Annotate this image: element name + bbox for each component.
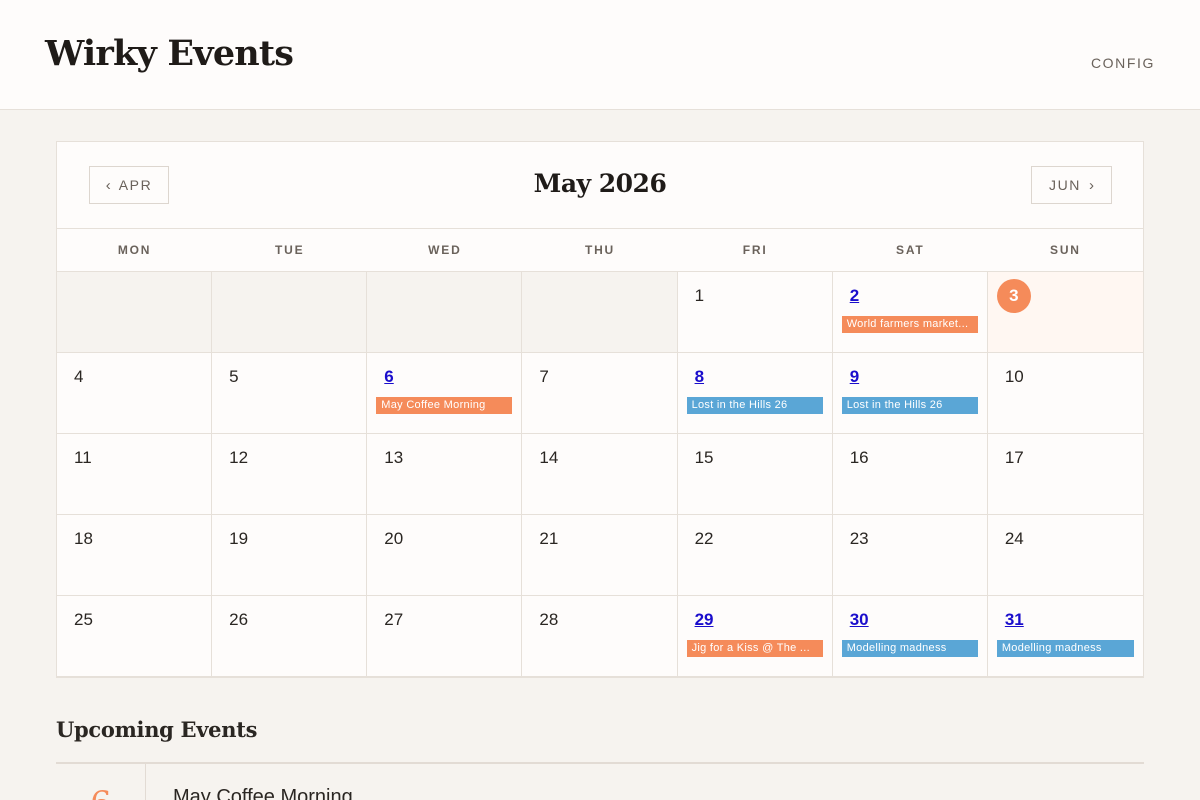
day-cell-10: 10 [987, 353, 1143, 434]
month-title: May 2026 [533, 169, 667, 198]
day-cell-9: 9 Lost in the Hills 26 [832, 353, 988, 434]
event-chip[interactable]: Lost in the Hills 26 [841, 397, 978, 414]
day-cell-7: 7 [522, 353, 678, 434]
day-number: 11 [74, 448, 92, 467]
day-cell-31: 31 Modelling madness [987, 596, 1143, 677]
day-cell-18: 18 [57, 515, 213, 596]
weekday-header-row: MON TUE WED THU FRI SAT SUN [57, 229, 1143, 272]
empty-day-cell [367, 272, 523, 353]
calendar-toolbar: ‹ APR May 2026 JUN › [57, 142, 1143, 229]
weekday-fri: FRI [742, 243, 768, 257]
day-number[interactable]: 6 [384, 367, 393, 387]
empty-day-cell [57, 272, 213, 353]
day-cell-25: 25 [57, 596, 213, 677]
day-number[interactable]: 31 [1005, 610, 1024, 630]
day-number: 26 [229, 610, 249, 629]
empty-day-cell [212, 272, 368, 353]
day-number: 1 [694, 286, 705, 305]
day-number: 5 [229, 367, 239, 386]
day-number: 18 [74, 529, 93, 548]
day-number[interactable]: 8 [695, 367, 704, 387]
day-number: 27 [384, 610, 404, 629]
day-cell-1: 1 [677, 272, 833, 353]
upcoming-event-date: 6 [56, 764, 146, 800]
day-cell-2: 2 World farmers market... [832, 272, 988, 353]
day-number: 28 [539, 610, 559, 629]
weekday-sun: SUN [1050, 243, 1081, 257]
day-cell-21: 21 [522, 515, 678, 596]
day-number: 25 [74, 610, 93, 629]
empty-day-cell [522, 272, 678, 353]
day-number: 10 [1004, 367, 1024, 386]
day-number: 13 [384, 448, 404, 467]
next-month-label: JUN [1048, 177, 1082, 193]
event-chip[interactable]: Modelling madness [841, 640, 978, 657]
day-cell-28: 28 [522, 596, 678, 677]
weekday-tue: TUE [275, 243, 305, 257]
day-cell-17: 17 [987, 434, 1143, 515]
upcoming-event-day: 6 [90, 784, 112, 800]
day-number: 20 [384, 529, 404, 548]
event-chip[interactable]: Modelling madness [996, 640, 1134, 657]
chevron-right-icon: › [1089, 176, 1095, 194]
day-cell-16: 16 [832, 434, 988, 515]
day-number[interactable]: 30 [850, 610, 869, 630]
event-chip[interactable]: World farmers market... [841, 316, 978, 333]
day-cell-27: 27 [367, 596, 523, 677]
upcoming-events-heading: Upcoming Events [56, 717, 258, 742]
day-cell-3: 3 [987, 272, 1143, 353]
day-cell-6: 6 May Coffee Morning [367, 353, 523, 434]
weekday-thu: THU [584, 243, 616, 257]
site-title[interactable]: Wirky Events [45, 33, 294, 74]
day-cell-4: 4 [57, 353, 213, 434]
calendar-grid: 1 2 World farmers market... 3 4 5 6 May Coffee … [57, 272, 1143, 677]
day-number[interactable]: 9 [850, 367, 859, 387]
day-number: 23 [849, 529, 869, 548]
day-number: 22 [694, 529, 714, 548]
today-badge[interactable]: 3 [996, 279, 1031, 313]
next-month-button[interactable]: JUN › [1031, 166, 1112, 204]
weekday-wed: WED [428, 243, 462, 257]
day-number[interactable]: 29 [695, 610, 714, 630]
day-cell-20: 20 [367, 515, 523, 596]
site-header: Wirky Events CONFIG [0, 0, 1200, 110]
day-number: 21 [539, 529, 559, 548]
day-number: 17 [1004, 448, 1024, 467]
day-cell-22: 22 [677, 515, 833, 596]
event-chip[interactable]: Jig for a Kiss @ The ... [686, 640, 823, 657]
event-chip[interactable]: Lost in the Hills 26 [686, 397, 823, 414]
day-cell-11: 11 [57, 434, 213, 515]
day-number: 14 [539, 448, 559, 467]
day-number: 15 [694, 448, 714, 467]
day-cell-12: 12 [212, 434, 368, 515]
day-cell-24: 24 [987, 515, 1143, 596]
day-number: 12 [229, 448, 249, 467]
upcoming-events-list: 6 May Coffee Morning [56, 762, 1144, 800]
day-number: 4 [74, 367, 84, 386]
day-number: 7 [539, 367, 549, 386]
day-cell-19: 19 [212, 515, 368, 596]
weekday-sat: SAT [896, 243, 925, 257]
day-cell-8: 8 Lost in the Hills 26 [677, 353, 833, 434]
config-link[interactable]: CONFIG [1091, 55, 1155, 71]
weekday-mon: MON [117, 243, 152, 257]
day-cell-23: 23 [832, 515, 988, 596]
day-cell-14: 14 [522, 434, 678, 515]
day-number: 19 [229, 529, 249, 548]
upcoming-event-title[interactable]: May Coffee Morning [173, 786, 353, 800]
day-number: 16 [849, 448, 869, 467]
event-chip[interactable]: May Coffee Morning [376, 397, 513, 414]
day-number[interactable]: 2 [850, 286, 859, 306]
day-cell-26: 26 [212, 596, 368, 677]
day-number: 24 [1004, 529, 1024, 548]
day-cell-29: 29 Jig for a Kiss @ The ... [677, 596, 833, 677]
day-cell-15: 15 [677, 434, 833, 515]
day-cell-5: 5 [212, 353, 368, 434]
calendar: ‹ APR May 2026 JUN › MON TUE WED THU FRI SAT S… [56, 141, 1144, 678]
day-cell-13: 13 [367, 434, 523, 515]
day-cell-30: 30 Modelling madness [832, 596, 988, 677]
